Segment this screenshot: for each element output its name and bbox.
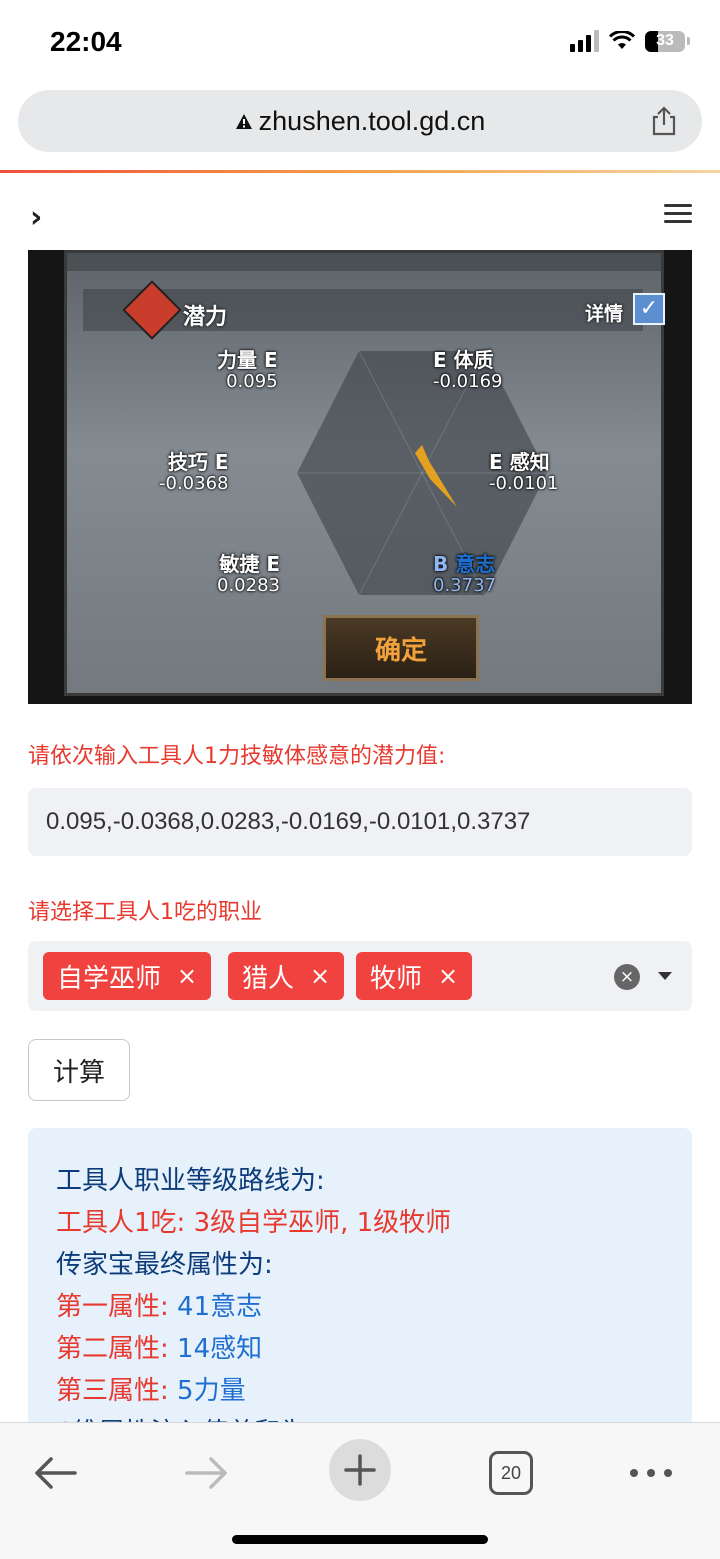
battery-icon: 33 bbox=[645, 30, 685, 52]
stat-perception: E 感知 -0.0101 bbox=[489, 450, 559, 494]
page-load-progress bbox=[0, 170, 720, 173]
remove-tag-icon[interactable]: × bbox=[177, 962, 197, 990]
forward-icon[interactable] bbox=[182, 1443, 232, 1503]
stat-constitution: E 体质 -0.0169 bbox=[433, 348, 503, 392]
job-tag[interactable]: 自学巫师 × bbox=[43, 952, 212, 1000]
job-tag-label: 自学巫师 bbox=[57, 963, 162, 994]
result-box: 工具人职业等级路线为: 工具人1吃: 3级自学巫师, 1级牧师 传家宝最终属性为… bbox=[28, 1128, 692, 1428]
remove-tag-icon[interactable]: × bbox=[310, 962, 330, 990]
dropdown-caret-icon[interactable] bbox=[658, 972, 672, 980]
stat-skill: 技巧 E -0.0368 bbox=[159, 450, 229, 494]
stat-strength: 力量 E 0.095 bbox=[217, 348, 278, 392]
back-icon[interactable] bbox=[30, 1443, 80, 1503]
job-tag-label: 猎人 bbox=[242, 963, 295, 994]
url-text: zhushen.tool.gd.cn bbox=[258, 105, 486, 136]
detail-checkbox-icon: ✓ bbox=[633, 293, 665, 325]
potential-panel: 潜力 详情 ✓ 力量 E 0.095 E 体质 -0.0169 技巧 E -0.… bbox=[64, 250, 665, 696]
route-title: 工具人职业等级路线为: bbox=[56, 1166, 325, 1196]
battery-level: 33 bbox=[656, 32, 674, 49]
potential-label: 潜力 bbox=[183, 305, 228, 330]
menu-icon[interactable] bbox=[664, 204, 692, 228]
attribute-3: 第三属性: 5力量 bbox=[56, 1376, 246, 1406]
share-icon[interactable] bbox=[648, 105, 680, 137]
potential-input[interactable] bbox=[44, 807, 668, 837]
status-bar: 22:04 33 bbox=[0, 0, 720, 88]
wifi-icon bbox=[609, 31, 635, 49]
signal-icon bbox=[570, 30, 599, 52]
attribute-1: 第一属性: 41意志 bbox=[56, 1292, 263, 1322]
game-confirm-button: 确定 bbox=[323, 615, 479, 681]
heirloom-title: 传家宝最终属性为: bbox=[56, 1250, 273, 1280]
clear-all-icon[interactable]: × bbox=[614, 964, 640, 990]
calculate-button[interactable]: 计算 bbox=[28, 1039, 130, 1101]
stat-will: B 意志 0.3737 bbox=[433, 552, 496, 596]
sidebar-expand-icon[interactable]: › bbox=[30, 200, 42, 235]
route-detail: 工具人1吃: 3级自学巫师, 1级牧师 bbox=[56, 1208, 452, 1238]
potential-input-container[interactable] bbox=[28, 788, 692, 856]
detail-label: 详情 bbox=[585, 303, 624, 325]
tab-count: 20 bbox=[489, 1451, 533, 1495]
job-tag[interactable]: 牧师 × bbox=[356, 952, 473, 1000]
address-bar[interactable]: zhushen.tool.gd.cn bbox=[18, 90, 702, 152]
home-indicator bbox=[232, 1535, 488, 1544]
game-screenshot: 潜力 详情 ✓ 力量 E 0.095 E 体质 -0.0169 技巧 E -0.… bbox=[28, 250, 692, 704]
warning-icon bbox=[235, 113, 252, 129]
potential-prompt: 请依次输入工具人1力技敏体感意的潜力值: bbox=[28, 744, 446, 769]
app-header: › bbox=[0, 190, 720, 240]
status-time: 22:04 bbox=[50, 26, 122, 57]
job-prompt: 请选择工具人1吃的职业 bbox=[28, 900, 262, 925]
job-tag[interactable]: 猎人 × bbox=[228, 952, 345, 1000]
more-icon[interactable] bbox=[628, 1443, 674, 1503]
new-tab-icon[interactable] bbox=[328, 1439, 392, 1501]
stat-agility: 敏捷 E 0.0283 bbox=[217, 552, 280, 596]
job-tag-label: 牧师 bbox=[370, 963, 423, 994]
attribute-2: 第二属性: 14感知 bbox=[56, 1334, 263, 1364]
remove-tag-icon[interactable]: × bbox=[438, 962, 458, 990]
tabs-icon[interactable]: 20 bbox=[488, 1443, 534, 1503]
job-multiselect[interactable]: 自学巫师 × 猎人 × 牧师 × × bbox=[28, 941, 692, 1011]
